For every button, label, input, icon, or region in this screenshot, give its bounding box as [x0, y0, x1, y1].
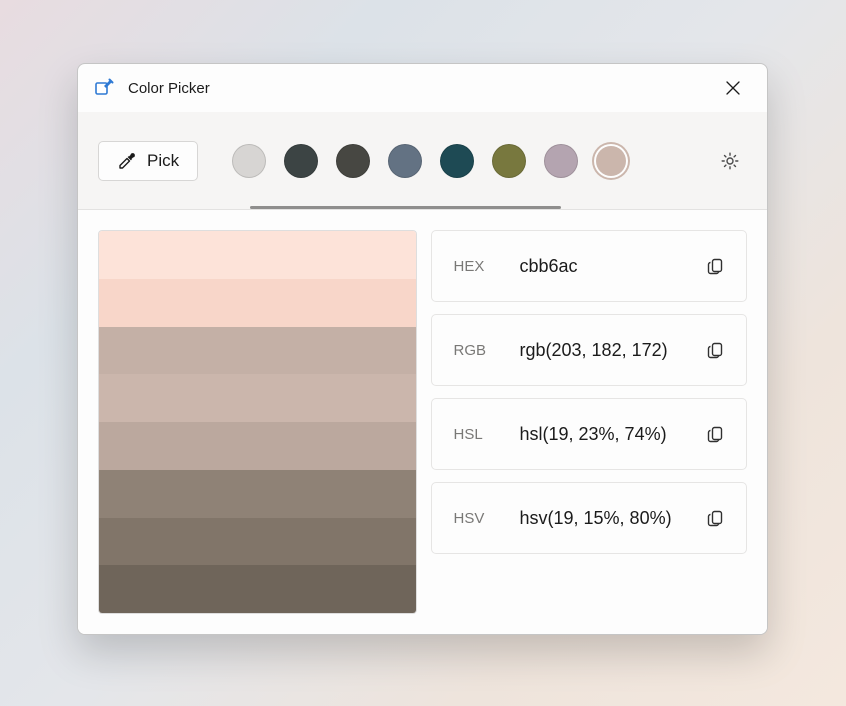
history-swatch[interactable] [440, 144, 474, 178]
format-label: HSL [454, 426, 520, 443]
copy-icon [706, 257, 725, 276]
format-value: hsl(19, 23%, 74%) [520, 424, 667, 445]
format-value: hsv(19, 15%, 80%) [520, 508, 672, 529]
titlebar: Color Picker [78, 64, 767, 112]
formats-list: HEXcbb6ac RGBrgb(203, 182, 172) HSLhsl(19,… [431, 230, 748, 614]
format-row[interactable]: HEXcbb6ac [431, 230, 748, 302]
toolbar: Pick [78, 112, 767, 210]
format-label: HSV [454, 510, 520, 527]
copy-icon [706, 509, 725, 528]
history-scrollbar[interactable] [250, 206, 561, 209]
format-label: RGB [454, 342, 520, 359]
format-row[interactable]: RGBrgb(203, 182, 172) [431, 314, 748, 386]
shade-swatch[interactable] [99, 470, 416, 518]
shade-swatch[interactable] [99, 231, 416, 279]
history-swatch[interactable] [284, 144, 318, 178]
close-icon [726, 81, 740, 95]
history-swatch[interactable] [336, 144, 370, 178]
settings-button[interactable] [713, 144, 747, 178]
copy-button[interactable] [698, 501, 732, 535]
history-swatch[interactable] [544, 144, 578, 178]
app-icon [94, 78, 114, 98]
format-row[interactable]: HSVhsv(19, 15%, 80%) [431, 482, 748, 554]
copy-button[interactable] [698, 417, 732, 451]
copy-button[interactable] [698, 333, 732, 367]
copy-icon [706, 425, 725, 444]
copy-button[interactable] [698, 249, 732, 283]
copy-icon [706, 341, 725, 360]
shade-swatch[interactable] [99, 327, 416, 375]
content: HEXcbb6ac RGBrgb(203, 182, 172) HSLhsl(19,… [78, 210, 767, 634]
shade-swatch[interactable] [99, 279, 416, 327]
history-swatch[interactable] [492, 144, 526, 178]
close-button[interactable] [713, 72, 753, 104]
color-history [232, 144, 626, 178]
shade-swatch[interactable] [99, 422, 416, 470]
shade-swatch[interactable] [99, 518, 416, 566]
format-value: rgb(203, 182, 172) [520, 340, 668, 361]
history-swatch[interactable] [388, 144, 422, 178]
shade-column [98, 230, 417, 614]
format-value: cbb6ac [520, 256, 578, 277]
pick-button-label: Pick [147, 151, 179, 171]
format-row[interactable]: HSLhsl(19, 23%, 74%) [431, 398, 748, 470]
shade-swatch[interactable] [99, 565, 416, 613]
color-picker-window: Color Picker Pick [77, 63, 768, 635]
app-title: Color Picker [128, 80, 210, 97]
pick-button[interactable]: Pick [98, 141, 198, 181]
history-swatch[interactable] [596, 146, 626, 176]
format-label: HEX [454, 258, 520, 275]
gear-icon [720, 151, 740, 171]
eyedropper-icon [117, 151, 137, 171]
history-swatch[interactable] [232, 144, 266, 178]
shade-swatch[interactable] [99, 374, 416, 422]
